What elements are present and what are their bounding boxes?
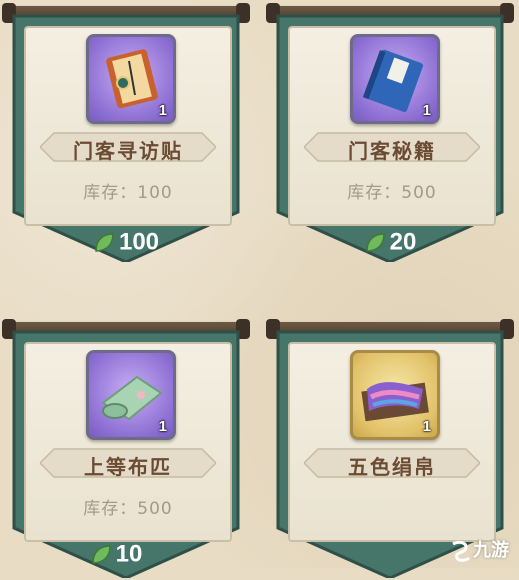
jiuyou-logo-icon [452,540,471,562]
name-plate: 五色绢帛 [304,446,480,480]
watermark: 九游 [449,536,509,562]
item-icon-frame[interactable]: 1 [86,350,176,440]
item-price: 10 [0,540,242,569]
jade-leaf-icon [365,232,385,252]
item-icon-frame[interactable]: 1 [350,34,440,124]
item-quantity: 1 [158,418,167,435]
name-plate: 门客寻访贴 [40,130,216,164]
item-stock: 库存：500 [347,183,437,203]
item-icon-frame[interactable]: 1 [86,34,176,124]
shop-item-card[interactable]: 1 上等布匹 库存：500 10 [2,318,250,580]
item-name: 门客寻访贴 [73,139,183,163]
shop-item-card[interactable]: 1 门客秘籍 库存：500 20 [266,2,514,264]
shop-item-card[interactable]: 1 门客寻访贴 库存：100 100 [2,2,250,264]
item-name: 上等布匹 [84,455,172,479]
jade-leaf-icon [95,232,114,252]
name-plate: 门客秘籍 [304,130,480,164]
jade-leaf-icon [91,544,111,564]
item-stock: 库存：100 [83,183,173,203]
name-plate: 上等布匹 [40,446,216,480]
item-panel: 1 门客秘籍 库存：500 [288,26,496,226]
item-name: 门客秘籍 [348,139,436,163]
item-panel: 1 门客寻访贴 库存：100 [24,26,232,226]
item-price: 100 [10,228,242,257]
item-panel: 1 五色绢帛 [288,342,496,542]
item-panel: 1 上等布匹 库存：500 [24,342,232,542]
item-stock: 库存：500 [83,499,173,519]
item-name: 五色绢帛 [348,455,436,479]
item-quantity: 1 [422,418,431,435]
item-icon-frame[interactable]: 1 [350,350,440,440]
item-quantity: 1 [422,102,431,119]
item-price: 20 [274,228,506,257]
item-quantity: 1 [158,102,167,119]
